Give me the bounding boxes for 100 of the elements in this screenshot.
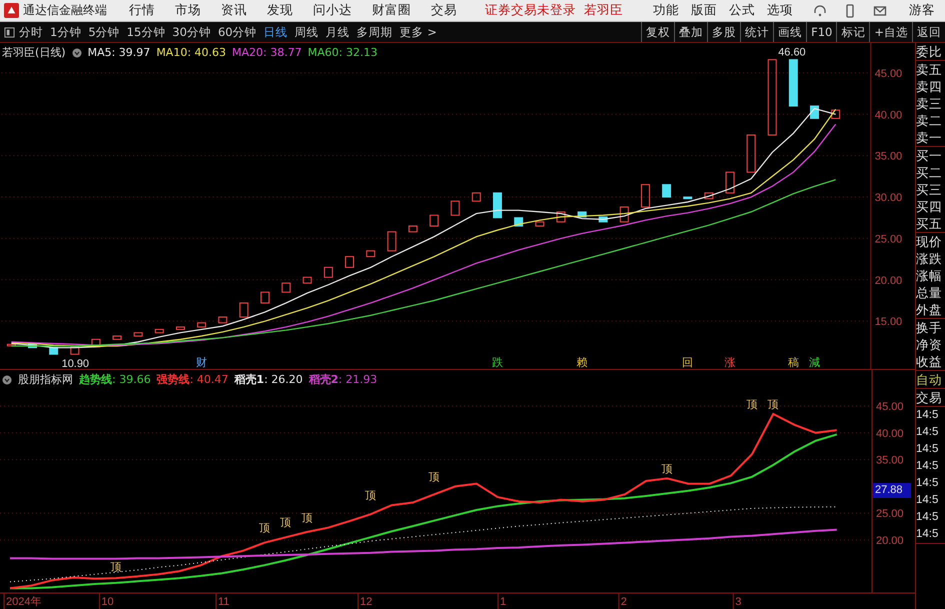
user-label[interactable]: 游客	[909, 2, 935, 19]
date-label: 10	[101, 596, 114, 608]
candlestick	[6, 344, 16, 346]
candlestick	[218, 316, 228, 324]
current-value-badge: 27.88	[873, 483, 911, 498]
menu-item[interactable]: 问小达	[313, 2, 352, 19]
peak-marker: 顶	[768, 398, 779, 412]
axis-label: 35.00	[874, 150, 902, 163]
candlestick	[640, 184, 650, 208]
candlestick	[683, 196, 692, 200]
candlestick	[725, 172, 734, 194]
peak-marker: 顶	[258, 521, 270, 534]
period-tab[interactable]: 多周期	[356, 24, 393, 40]
period-tab[interactable]: 日线	[264, 24, 288, 40]
peak-marker: 顶	[364, 489, 376, 502]
menu-item[interactable]: 交易	[431, 2, 457, 19]
chart-title: 若羽臣(日线)	[2, 45, 66, 60]
axis-label: 45.00	[876, 401, 904, 413]
candlestick	[176, 326, 185, 330]
panel-toggle-icon[interactable]	[4, 26, 15, 38]
quote-label: 卖一	[916, 129, 943, 146]
headset-icon[interactable]	[813, 4, 827, 18]
legend-value: 强势线: 40.47	[156, 372, 228, 387]
axis-label: 30.00	[874, 192, 902, 204]
axis-label: 45.00	[874, 68, 902, 80]
settings-icon[interactable]	[72, 48, 82, 58]
menu-item[interactable]: 市场	[175, 2, 201, 19]
menu-item[interactable]: 版面	[691, 2, 717, 19]
signal-marker: 跌	[492, 356, 503, 369]
candlestick	[831, 110, 840, 119]
signal-marker: 财	[196, 356, 208, 369]
time-label: 14:5	[916, 442, 940, 457]
axis-label: 40.00	[876, 428, 904, 440]
collapse-icon[interactable]	[2, 374, 12, 384]
candlestick	[472, 192, 481, 202]
period-tab[interactable]: 月线	[326, 24, 350, 40]
period-tab[interactable]: 15分钟	[126, 24, 166, 40]
candlestick	[662, 184, 672, 198]
period-tab[interactable]: 30分钟	[172, 24, 211, 40]
menu-item[interactable]: 功能	[653, 2, 679, 19]
menu-item[interactable]: 行情	[129, 2, 155, 19]
candlestick	[493, 192, 502, 218]
axis-label: 15.00	[874, 316, 902, 328]
candlestick	[598, 216, 608, 222]
period-tab[interactable]: 周线	[294, 24, 319, 40]
candlestick	[620, 206, 629, 222]
quote-label: 卖五	[916, 61, 943, 78]
quote-label: 现价	[916, 233, 943, 250]
quote-label: 涨幅	[916, 267, 943, 284]
axis-label: 40.00	[874, 109, 902, 122]
quote-label: 涨跌	[916, 250, 943, 267]
quote-label: 收益	[916, 353, 943, 370]
quote-label[interactable]: 自动	[916, 371, 945, 388]
quote-label: 总量	[916, 284, 943, 301]
period-tab[interactable]: 分时	[19, 24, 43, 40]
legend-value: 稻壳2: 21.93	[308, 372, 378, 387]
candlestick	[239, 302, 248, 318]
menu-item[interactable]: 公式	[729, 2, 755, 19]
time-label: 14:5	[916, 510, 940, 525]
date-label: 12	[360, 596, 372, 608]
candlestick	[535, 221, 544, 226]
time-label: 14:5	[916, 425, 940, 440]
quote-label: 委比	[916, 43, 943, 60]
period-tab[interactable]: 1分钟	[50, 24, 82, 40]
candlestick	[408, 226, 418, 232]
quote-label: 买三	[916, 181, 943, 198]
quote-label: 买二	[916, 164, 943, 181]
axis-label: 35.00	[876, 454, 904, 467]
peak-marker: 顶	[301, 512, 312, 525]
candlestick	[387, 231, 396, 252]
menu-item[interactable]: 资讯	[221, 2, 247, 19]
legend-value: MA20: 38.77	[232, 46, 302, 59]
menu-item[interactable]: 发现	[267, 2, 293, 19]
period-tab[interactable]: 更多 >	[400, 24, 437, 40]
quote-label: 换手	[916, 319, 943, 336]
legend-value: 趋势线: 39.66	[79, 372, 151, 387]
axis-label: 25.00	[874, 233, 902, 246]
signal-marker: 回	[682, 356, 694, 369]
period-tab[interactable]: 5分钟	[88, 24, 120, 40]
candlestick	[112, 336, 122, 340]
candlestick	[154, 328, 164, 334]
candlestick	[430, 214, 439, 226]
quote-label: 卖二	[916, 112, 943, 129]
menu-item[interactable]: 财富圈	[372, 2, 411, 19]
candlestick	[28, 344, 37, 348]
signal-marker: 涨	[724, 356, 736, 369]
period-tab[interactable]: 60分钟	[218, 24, 257, 40]
candlestick	[70, 346, 80, 355]
peak-marker: 顶	[110, 560, 122, 574]
time-label: 14:5	[916, 408, 940, 423]
menu-item[interactable]: 选项	[767, 2, 793, 19]
logo-icon	[4, 3, 19, 18]
login-status[interactable]: 证券交易未登录	[485, 2, 576, 19]
axis-label: 25.00	[876, 508, 904, 520]
date-label: 2	[620, 596, 627, 608]
mail-icon[interactable]	[873, 4, 887, 18]
quote-label: 交易	[916, 389, 943, 406]
candlestick	[324, 266, 333, 278]
date-label: 1	[500, 596, 506, 608]
quote-label: 卖四	[916, 78, 943, 95]
